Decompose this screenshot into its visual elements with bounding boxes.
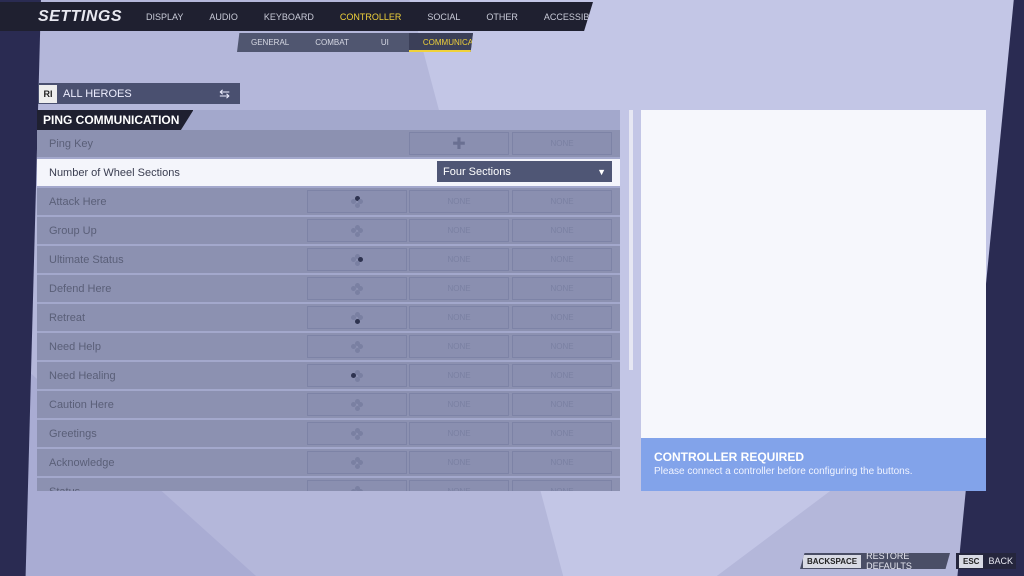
subtab-general[interactable]: GENERAL [251, 38, 289, 47]
wheel-sections-dropdown[interactable]: Four Sections ▼ [437, 161, 612, 182]
binding-slot[interactable] [307, 335, 407, 358]
binding-slot[interactable] [307, 248, 407, 271]
face-buttons-icon [351, 456, 363, 469]
binding-row[interactable]: Ultimate Status NONE NONE [37, 246, 620, 273]
binding-slot[interactable]: NONE [409, 364, 509, 387]
binding-slot[interactable]: NONE [512, 190, 612, 213]
face-buttons-icon [351, 224, 363, 237]
scrollbar[interactable] [629, 110, 633, 370]
subtab-combat[interactable]: COMBAT [315, 38, 349, 47]
face-buttons-icon [351, 485, 363, 491]
binding-slot[interactable] [307, 277, 407, 300]
hero-selector-label: ALL HEROES [63, 87, 132, 100]
binding-slot[interactable] [307, 393, 407, 416]
face-buttons-icon [351, 253, 363, 266]
binding-slot[interactable]: NONE [512, 248, 612, 271]
tab-controller[interactable]: CONTROLLER [340, 12, 402, 22]
binding-row[interactable]: Caution Here NONE NONE [37, 391, 620, 418]
face-buttons-icon [351, 282, 363, 295]
section-header: PING COMMUNICATION [37, 110, 620, 130]
binding-slot[interactable]: NONE [409, 248, 509, 271]
binding-row[interactable]: Need Healing NONE NONE [37, 362, 620, 389]
binding-slot[interactable]: NONE [512, 277, 612, 300]
binding-slot[interactable]: NONE [512, 306, 612, 329]
binding-slot[interactable]: NONE [409, 219, 509, 242]
dpad-icon: ✚ [452, 135, 466, 153]
binding-slot[interactable] [307, 364, 407, 387]
binding-slot[interactable]: NONE [409, 422, 509, 445]
binding-slot[interactable]: NONE [409, 335, 509, 358]
binding-slot[interactable]: NONE [409, 277, 509, 300]
top-nav: SETTINGS DISPLAY AUDIO KEYBOARD CONTROLL… [0, 2, 593, 31]
tab-other[interactable]: OTHER [486, 12, 518, 22]
binding-row[interactable]: Defend Here NONE NONE [37, 275, 620, 302]
tab-keyboard[interactable]: KEYBOARD [264, 12, 314, 22]
binding-row[interactable]: Need Help NONE NONE [37, 333, 620, 360]
binding-slot[interactable]: NONE [512, 393, 612, 416]
sub-nav: GENERAL COMBAT UI COMMUNICATION [237, 33, 473, 52]
binding-row[interactable]: Acknowledge NONE NONE [37, 449, 620, 476]
binding-slot[interactable]: NONE [512, 364, 612, 387]
binding-slot[interactable] [307, 451, 407, 474]
binding-row[interactable]: Attack Here NONE NONE [37, 188, 620, 215]
binding-slot[interactable]: NONE [512, 480, 612, 491]
binding-slot[interactable] [307, 306, 407, 329]
binding-slot[interactable]: ✚ [409, 132, 509, 155]
back-button[interactable]: ESC BACK [956, 553, 1016, 569]
logo-icon: RI [39, 84, 57, 103]
binding-slot[interactable]: NONE [512, 335, 612, 358]
row-wheel-sections[interactable]: Number of Wheel Sections Four Sections ▼ [37, 159, 620, 186]
binding-slot[interactable]: NONE [512, 132, 612, 155]
hero-selector[interactable]: RI ALL HEROES ⇆ [38, 83, 240, 104]
binding-slot[interactable]: NONE [409, 451, 509, 474]
page-title: SETTINGS [38, 7, 123, 25]
binding-slot[interactable] [307, 422, 407, 445]
binding-slot[interactable]: NONE [409, 306, 509, 329]
binding-slot[interactable]: NONE [409, 480, 509, 491]
subtab-ui[interactable]: UI [381, 38, 389, 47]
face-buttons-icon [351, 398, 363, 411]
tab-social[interactable]: SOCIAL [427, 12, 460, 22]
binding-slot[interactable]: NONE [512, 422, 612, 445]
face-buttons-icon [351, 369, 363, 382]
tab-audio[interactable]: AUDIO [209, 12, 238, 22]
preview-panel [641, 110, 986, 438]
face-buttons-icon [351, 195, 363, 208]
binding-slot[interactable]: NONE [409, 190, 509, 213]
restore-defaults-button[interactable]: BACKSPACE RESTORE DEFAULTS [800, 553, 950, 569]
swap-icon[interactable]: ⇆ [219, 86, 230, 102]
settings-list: PING COMMUNICATION Ping Key ✚ NONE Numbe… [37, 110, 620, 491]
binding-slot[interactable] [307, 190, 407, 213]
tab-display[interactable]: DISPLAY [146, 12, 183, 22]
binding-row[interactable]: Status NONE NONE [37, 478, 620, 491]
binding-slot[interactable] [307, 480, 407, 491]
binding-row[interactable]: Group Up NONE NONE [37, 217, 620, 244]
binding-row[interactable]: Greetings NONE NONE [37, 420, 620, 447]
binding-slot[interactable] [307, 219, 407, 242]
caret-down-icon: ▼ [597, 166, 606, 177]
face-buttons-icon [351, 311, 363, 324]
face-buttons-icon [351, 340, 363, 353]
face-buttons-icon [351, 427, 363, 440]
binding-slot[interactable]: NONE [512, 219, 612, 242]
controller-required-notice: CONTROLLER REQUIRED Please connect a con… [641, 438, 986, 491]
binding-slot[interactable]: NONE [409, 393, 509, 416]
binding-row[interactable]: Retreat NONE NONE [37, 304, 620, 331]
row-ping-key[interactable]: Ping Key ✚ NONE [37, 130, 620, 157]
binding-slot[interactable]: NONE [512, 451, 612, 474]
